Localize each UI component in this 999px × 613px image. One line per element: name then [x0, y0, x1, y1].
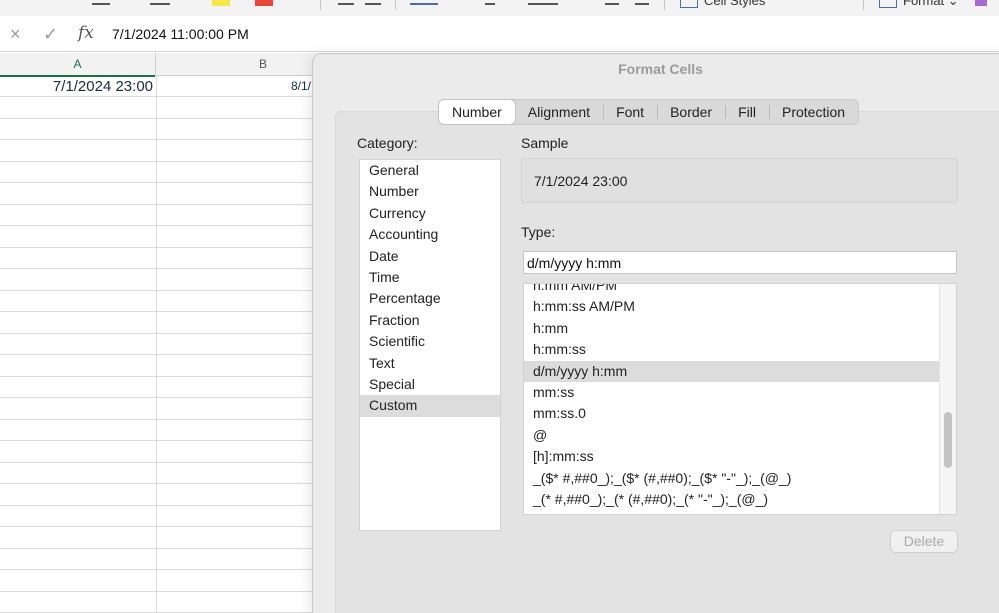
fill-color-icon[interactable]	[212, 0, 230, 6]
tab-border[interactable]: Border	[657, 100, 725, 124]
dialog-tabs: Number Alignment Font Border Fill Protec…	[438, 99, 860, 125]
format-cells-dialog: Format Cells Number Alignment Font Borde…	[312, 53, 999, 613]
category-currency[interactable]: Currency	[360, 203, 500, 224]
category-number[interactable]: Number	[360, 181, 500, 202]
ribbon-number-format-icon[interactable]	[528, 3, 558, 5]
category-percentage[interactable]: Percentage	[360, 288, 500, 309]
cell-styles-label: Cell Styles	[704, 0, 766, 8]
formula-bar: × ✓ fx 7/1/2024 11:00:00 PM	[0, 16, 999, 52]
decrease-indent-icon[interactable]	[338, 3, 354, 5]
category-fraction[interactable]: Fraction	[360, 310, 500, 331]
column-header-a[interactable]: A	[0, 53, 156, 77]
dialog-title: Format Cells	[618, 61, 703, 77]
type-option[interactable]: mm:ss	[524, 382, 940, 403]
format-icon	[879, 0, 897, 8]
ribbon-separator	[395, 0, 396, 10]
decrease-decimal-icon[interactable]	[635, 3, 649, 5]
tab-alignment[interactable]: Alignment	[515, 100, 603, 124]
insert-function-icon[interactable]: fx	[78, 23, 94, 43]
ribbon-separator	[863, 0, 864, 10]
category-accounting[interactable]: Accounting	[360, 224, 500, 245]
sample-value: 7/1/2024 23:00	[534, 173, 628, 189]
enter-icon[interactable]: ✓	[43, 24, 58, 45]
format-button[interactable]: Format ⌄	[879, 0, 959, 9]
type-option[interactable]: h:mm:ss	[524, 339, 940, 360]
cell-styles-button[interactable]: Cell Styles	[680, 0, 765, 8]
category-label: Category:	[357, 135, 418, 151]
increase-indent-icon[interactable]	[365, 3, 381, 5]
tab-fill[interactable]: Fill	[725, 100, 769, 124]
cell-a1[interactable]: 7/1/2024 23:00	[0, 77, 155, 97]
type-option-selected[interactable]: d/m/yyyy h:mm	[524, 360, 940, 382]
type-label: Type:	[521, 224, 556, 240]
font-color-icon[interactable]	[255, 0, 273, 6]
type-option[interactable]: h:mm:ss AM/PM	[524, 296, 940, 317]
delete-button[interactable]: Delete	[890, 530, 958, 553]
format-label: Format	[903, 0, 945, 8]
type-input[interactable]	[523, 251, 957, 274]
tab-font[interactable]: Font	[603, 100, 657, 124]
scrollbar-thumb[interactable]	[944, 412, 952, 468]
type-list[interactable]: h:mm AM/PM h:mm:ss AM/PM h:mm h:mm:ss d/…	[523, 283, 957, 515]
category-scientific[interactable]: Scientific	[360, 331, 500, 352]
category-custom[interactable]: Custom	[360, 395, 500, 417]
ribbon-underline-icon[interactable]	[92, 3, 110, 5]
type-option[interactable]: mm:ss.0	[524, 403, 940, 424]
type-list-scrollbar[interactable]	[939, 284, 956, 514]
ribbon-plus-icon[interactable]	[485, 3, 495, 5]
type-option[interactable]: _($* #,##0_);_($* (#,##0);_($* "-"_);_(@…	[524, 468, 940, 489]
type-option[interactable]: h:mm	[524, 318, 940, 339]
ribbon-separator	[320, 0, 321, 10]
sample-box: 7/1/2024 23:00	[521, 158, 958, 203]
conditional-format-icon[interactable]	[410, 3, 438, 5]
increase-decimal-icon[interactable]	[605, 3, 619, 5]
ribbon-clear-icon[interactable]	[975, 0, 987, 6]
type-option[interactable]: h:mm AM/PM	[524, 284, 940, 296]
ribbon: Cell Styles Format ⌄	[0, 0, 999, 16]
category-general[interactable]: General	[360, 160, 500, 181]
cancel-icon[interactable]: ×	[10, 24, 21, 45]
category-date[interactable]: Date	[360, 246, 500, 267]
cell-b1[interactable]: 8/1/	[291, 79, 311, 93]
category-time[interactable]: Time	[360, 267, 500, 288]
category-special[interactable]: Special	[360, 374, 500, 395]
column-divider	[156, 76, 157, 613]
type-option[interactable]: @	[524, 425, 940, 446]
cell-styles-icon	[680, 0, 698, 8]
sample-label: Sample	[521, 135, 569, 151]
category-list[interactable]: General Number Currency Accounting Date …	[359, 159, 501, 531]
tab-protection[interactable]: Protection	[769, 100, 858, 124]
type-option[interactable]: [h]:mm:ss	[524, 446, 940, 467]
type-option[interactable]: _(* #,##0_);_(* (#,##0);_(* "-"_);_(@_)	[524, 489, 940, 510]
ribbon-border-icon[interactable]	[150, 3, 170, 5]
tab-number[interactable]: Number	[439, 100, 515, 124]
formula-input[interactable]: 7/1/2024 11:00:00 PM	[112, 26, 249, 42]
category-text[interactable]: Text	[360, 353, 500, 374]
chevron-down-icon: ⌄	[947, 0, 959, 8]
ribbon-separator	[664, 0, 665, 10]
